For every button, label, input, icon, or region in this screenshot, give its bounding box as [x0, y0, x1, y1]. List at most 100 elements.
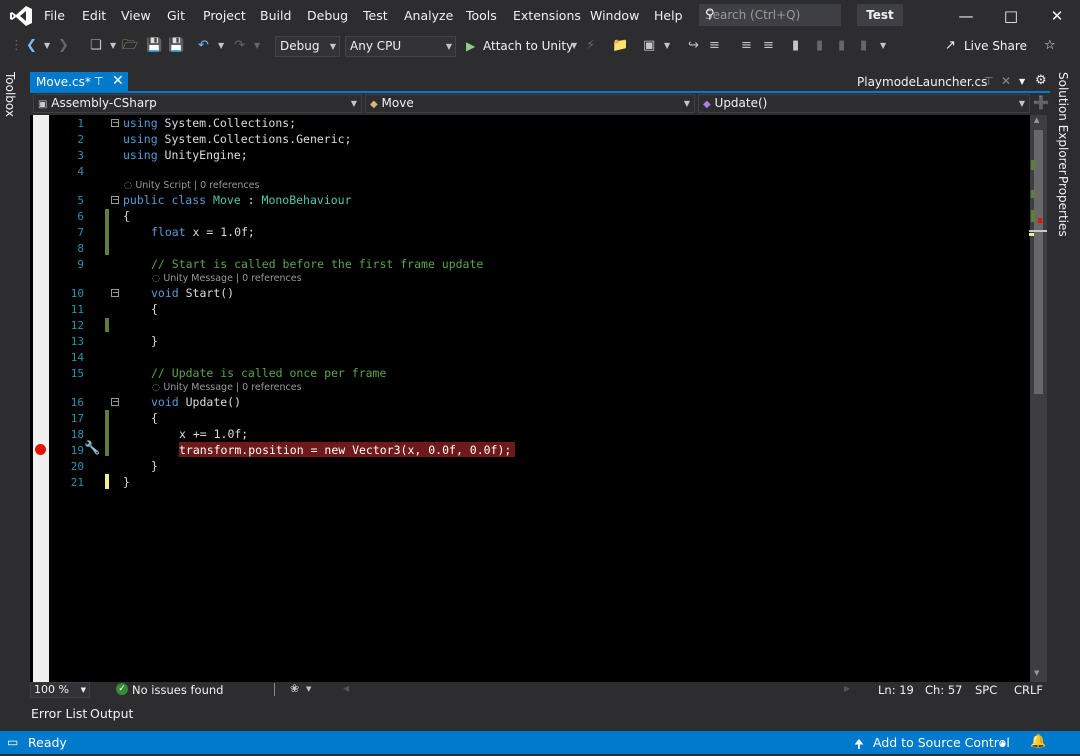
- cleanup-brush-icon[interactable]: ❀: [290, 682, 299, 695]
- collapse-icon[interactable]: −: [111, 119, 119, 127]
- bookmark-icon[interactable]: ▮: [792, 38, 799, 54]
- close-tab-icon[interactable]: ✕: [112, 73, 124, 89]
- visual-studio-logo-icon[interactable]: [10, 6, 32, 26]
- menu-test[interactable]: Test: [363, 8, 388, 23]
- menu-view[interactable]: View: [121, 8, 151, 23]
- pin-icon[interactable]: ⊤: [94, 75, 104, 88]
- back-dropdown-icon[interactable]: ▼: [44, 38, 50, 54]
- close-icon[interactable]: ✕: [1047, 6, 1067, 26]
- toolbox-tab[interactable]: Toolbox: [3, 72, 17, 117]
- code-line[interactable]: using UnityEngine;: [123, 148, 248, 162]
- code-comment[interactable]: // Update is called once per frame: [151, 366, 386, 380]
- uncomment-lines-icon[interactable]: ≡: [763, 38, 774, 54]
- hscroll-right-icon[interactable]: ▶: [844, 684, 850, 693]
- code-line[interactable]: }: [123, 475, 130, 489]
- feedback-icon[interactable]: ☆: [1044, 38, 1056, 54]
- redo-icon[interactable]: ↷: [234, 38, 245, 54]
- scrollbar-thumb[interactable]: [1034, 130, 1043, 394]
- next-bookmark-icon[interactable]: ▮: [838, 38, 845, 54]
- attach-to-unity-button[interactable]: Attach to Unity: [483, 38, 573, 54]
- code-comment[interactable]: // Start is called before the first fram…: [151, 257, 483, 271]
- menu-git[interactable]: Git: [167, 8, 185, 23]
- codelens-unity-message[interactable]: ◌ Unity Message | 0 references: [152, 382, 302, 393]
- step-over-icon[interactable]: ≡: [709, 38, 720, 54]
- breakpoint-icon[interactable]: [35, 444, 46, 455]
- collapse-icon[interactable]: −: [111, 289, 119, 297]
- code-line[interactable]: float x = 1.0f;: [151, 225, 255, 239]
- menu-extensions[interactable]: Extensions: [513, 8, 581, 23]
- play-icon[interactable]: ▶: [466, 38, 475, 54]
- tab-playmode-launcher[interactable]: PlaymodeLauncher.cs: [857, 75, 987, 89]
- close-preview-icon[interactable]: ✕: [1001, 74, 1011, 88]
- menu-help[interactable]: Help: [654, 8, 683, 23]
- redo-dropdown-icon[interactable]: ▼: [254, 38, 260, 54]
- maximize-icon[interactable]: □: [1001, 6, 1021, 26]
- code-line[interactable]: void Update(): [151, 395, 241, 409]
- menu-tools[interactable]: Tools: [466, 8, 497, 23]
- save-all-icon[interactable]: 💾: [168, 38, 184, 54]
- code-line[interactable]: x += 1.0f;: [179, 427, 248, 441]
- notifications-bell-icon[interactable]: 🔔: [1030, 734, 1046, 749]
- step-into-icon[interactable]: ↪: [688, 38, 699, 54]
- column-indicator[interactable]: Ch: 57: [925, 683, 962, 697]
- project-dropdown[interactable]: ▣ Assembly-CSharp ▼: [33, 94, 362, 113]
- quick-actions-icon[interactable]: 🔧: [84, 441, 100, 456]
- cleanup-dropdown-icon[interactable]: ▼: [306, 685, 311, 693]
- line-indicator[interactable]: Ln: 19: [878, 683, 914, 697]
- menu-project[interactable]: Project: [203, 8, 246, 23]
- collapse-icon[interactable]: −: [111, 398, 119, 406]
- code-line[interactable]: using System.Collections.Generic;: [123, 132, 352, 146]
- new-dropdown-icon[interactable]: ▼: [110, 38, 116, 54]
- member-dropdown[interactable]: ◆ Update() ▼: [698, 94, 1030, 113]
- minimize-icon[interactable]: —: [956, 6, 976, 26]
- toolbar-overflow-icon[interactable]: ▼: [880, 38, 886, 54]
- code-line[interactable]: }: [151, 459, 158, 473]
- menu-file[interactable]: File: [44, 8, 65, 23]
- preview-pin-icon[interactable]: ⊤: [984, 75, 994, 88]
- prev-bookmark-icon[interactable]: ▮: [816, 38, 823, 54]
- collapse-icon[interactable]: −: [111, 196, 119, 204]
- menu-build[interactable]: Build: [260, 8, 291, 23]
- menu-window[interactable]: Window: [590, 8, 639, 23]
- scroll-down-icon[interactable]: ▼: [1034, 669, 1039, 677]
- issues-status[interactable]: No issues found: [132, 683, 223, 697]
- browser-dropdown-icon[interactable]: ▼: [664, 38, 670, 54]
- tab-output[interactable]: Output: [90, 706, 133, 721]
- tab-list-dropdown-icon[interactable]: ▼: [1019, 77, 1025, 86]
- clear-bookmarks-icon[interactable]: ▮: [860, 38, 867, 54]
- settings-gear-icon[interactable]: ⚙: [1035, 73, 1047, 88]
- code-line[interactable]: {: [151, 302, 158, 316]
- attach-dropdown-icon[interactable]: ▼: [571, 38, 577, 54]
- codelens-unity-script[interactable]: ◌ Unity Script | 0 references: [124, 180, 259, 191]
- add-to-source-control-button[interactable]: Add to Source Control: [873, 735, 1010, 750]
- hot-reload-icon[interactable]: ⚡: [586, 38, 595, 54]
- forward-icon[interactable]: ❯: [58, 38, 69, 54]
- undo-dropdown-icon[interactable]: ▼: [218, 38, 224, 54]
- codelens-unity-message[interactable]: ◌ Unity Message | 0 references: [152, 273, 302, 284]
- tab-move-cs[interactable]: Move.cs* ⊤ ✕: [30, 72, 128, 93]
- type-dropdown[interactable]: ◆ Move ▼: [365, 94, 695, 113]
- chevron-up-icon[interactable]: ▲: [1000, 739, 1005, 747]
- new-project-icon[interactable]: ❏: [90, 38, 102, 54]
- code-line[interactable]: void Start(): [151, 286, 234, 300]
- back-icon[interactable]: ❮: [26, 38, 37, 54]
- line-ending-indicator[interactable]: CRLF: [1014, 683, 1043, 697]
- live-share-icon[interactable]: ↗: [945, 38, 956, 54]
- browser-link-icon[interactable]: ▣: [643, 38, 655, 54]
- menu-analyze[interactable]: Analyze: [404, 8, 453, 23]
- menu-debug[interactable]: Debug: [307, 8, 348, 23]
- menu-edit[interactable]: Edit: [82, 8, 106, 23]
- code-line[interactable]: using System.Collections;: [123, 116, 296, 130]
- comment-lines-icon[interactable]: ≡: [741, 38, 752, 54]
- breakpoint-margin[interactable]: [33, 115, 49, 682]
- code-line[interactable]: }: [151, 334, 158, 348]
- search-box[interactable]: Search (Ctrl+Q) ⚲: [699, 4, 841, 26]
- hscroll-left-icon[interactable]: ◀: [343, 684, 349, 693]
- solution-explorer-tab[interactable]: Solution Explorer: [1056, 72, 1070, 175]
- indentation-indicator[interactable]: SPC: [975, 683, 997, 697]
- scroll-up-icon[interactable]: ▲: [1034, 116, 1039, 124]
- code-line[interactable]: {: [123, 209, 130, 223]
- code-line[interactable]: public class Move : MonoBehaviour: [123, 193, 352, 207]
- undo-icon[interactable]: ↶: [198, 38, 209, 54]
- configuration-dropdown[interactable]: Debug ▼: [275, 36, 340, 57]
